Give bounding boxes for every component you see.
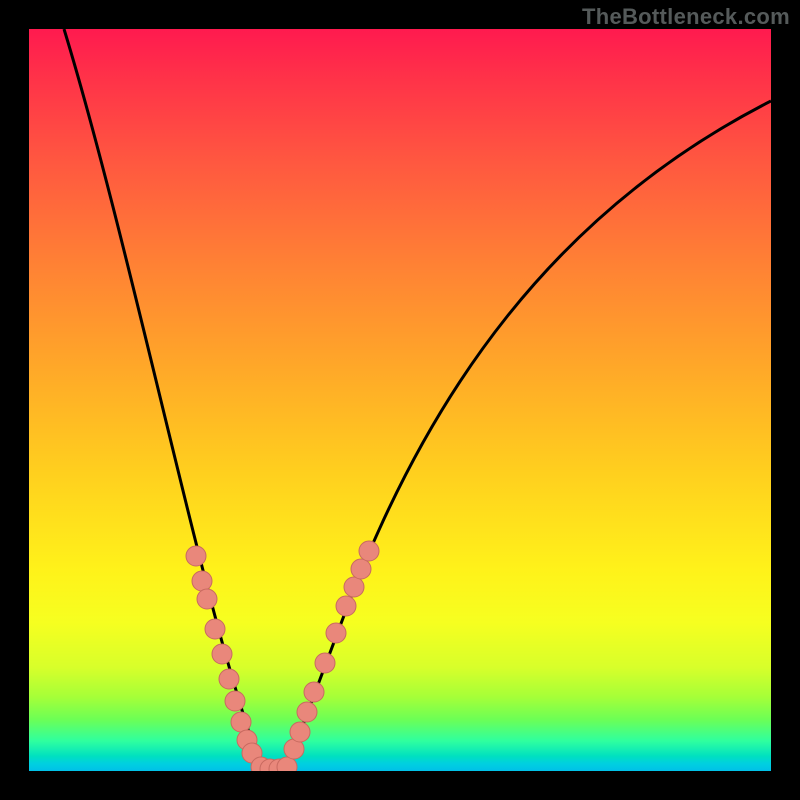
data-marker xyxy=(197,589,217,609)
data-marker xyxy=(219,669,239,689)
data-marker xyxy=(297,702,317,722)
data-marker xyxy=(315,653,335,673)
plot-area xyxy=(29,29,771,771)
data-marker xyxy=(344,577,364,597)
data-marker xyxy=(290,722,310,742)
data-marker xyxy=(205,619,225,639)
chart-svg xyxy=(29,29,771,771)
data-marker xyxy=(359,541,379,561)
bottleneck-curve xyxy=(64,29,771,771)
data-marker xyxy=(225,691,245,711)
data-marker xyxy=(351,559,371,579)
data-marker xyxy=(212,644,232,664)
watermark-text: TheBottleneck.com xyxy=(582,4,790,30)
data-marker xyxy=(336,596,356,616)
chart-frame: TheBottleneck.com xyxy=(0,0,800,800)
data-marker xyxy=(192,571,212,591)
markers-group xyxy=(186,541,379,771)
data-marker xyxy=(231,712,251,732)
data-marker xyxy=(326,623,346,643)
data-marker xyxy=(186,546,206,566)
data-marker xyxy=(304,682,324,702)
